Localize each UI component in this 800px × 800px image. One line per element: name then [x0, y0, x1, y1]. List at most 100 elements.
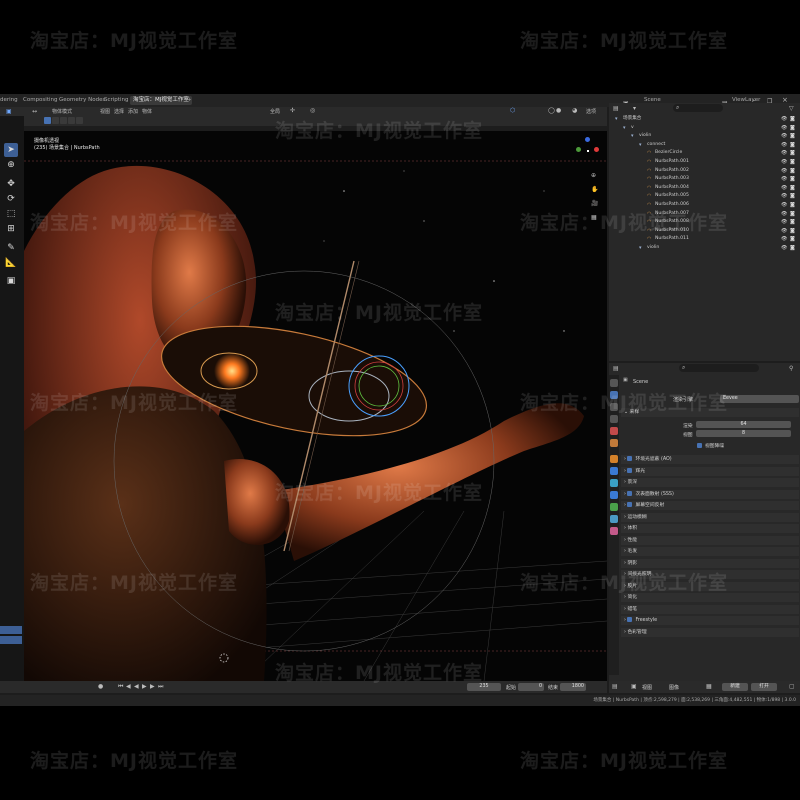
- render-section-panel[interactable]: › 间接光照明: [621, 570, 799, 579]
- viewport-samples-field[interactable]: 8: [696, 430, 791, 437]
- snap-icon[interactable]: ✢: [290, 107, 295, 114]
- pin-icon[interactable]: ▢: [789, 683, 795, 690]
- outliner-row[interactable]: ◠ NurbsPath.005 👁 ◙: [609, 192, 800, 201]
- gizmo-z-axis[interactable]: [585, 137, 590, 142]
- image-browse-icon[interactable]: ▦: [706, 683, 712, 690]
- outliner-row[interactable]: ▾ 场景集合 👁 ◙: [609, 115, 800, 124]
- move-tool-icon[interactable]: ✥: [4, 177, 18, 191]
- select-tool-icon[interactable]: ➤: [4, 143, 18, 157]
- play-icon[interactable]: ▶: [142, 683, 147, 690]
- filter-display-icon[interactable]: ▾: [633, 105, 636, 112]
- outliner-row[interactable]: ◠ NurbsPath.011 👁 ◙: [609, 235, 800, 244]
- rotate-tool-icon[interactable]: ⟳: [4, 192, 18, 206]
- options-dropdown[interactable]: 选项: [586, 108, 596, 115]
- render-visibility-icon[interactable]: ◙: [790, 175, 795, 184]
- outliner-row[interactable]: ◠ NurbsPath.004 👁 ◙: [609, 184, 800, 193]
- sidebar-toggle[interactable]: [0, 626, 22, 634]
- render-section-panel[interactable]: › 运动模糊: [621, 512, 799, 522]
- data-tab-icon[interactable]: [610, 515, 618, 523]
- jump-end-icon[interactable]: ⏭: [158, 683, 163, 691]
- view-layer-tab-icon[interactable]: [610, 415, 618, 423]
- tab-rendering[interactable]: dering: [0, 96, 18, 105]
- render-visibility-icon[interactable]: ◙: [790, 218, 795, 227]
- pan-hand-icon[interactable]: ✋: [591, 186, 598, 193]
- object-tab-icon[interactable]: [610, 455, 618, 463]
- select-mode-extend[interactable]: [52, 117, 59, 124]
- navigation-gizmo[interactable]: [574, 137, 602, 165]
- render-visibility-icon[interactable]: ◙: [790, 141, 795, 150]
- prev-key-icon[interactable]: ◀: [126, 683, 131, 690]
- tab-compositing[interactable]: Compositing: [23, 96, 57, 105]
- camera-view-icon[interactable]: 🎥: [591, 200, 598, 207]
- cursor-tool-icon[interactable]: ⊕: [4, 158, 18, 172]
- outliner-row[interactable]: ◠ NurbsPath.006 👁 ◙: [609, 201, 800, 210]
- render-visibility-icon[interactable]: ◙: [790, 192, 795, 201]
- select-mode-intersect[interactable]: [76, 117, 83, 124]
- current-frame-field[interactable]: 235: [467, 683, 501, 691]
- visibility-eye-icon[interactable]: 👁: [781, 124, 787, 133]
- render-visibility-icon[interactable]: ◙: [790, 167, 795, 176]
- constraint-tab-icon[interactable]: [610, 503, 618, 511]
- menu-select[interactable]: 选择: [114, 108, 124, 115]
- render-samples-field[interactable]: 64: [696, 421, 791, 428]
- viewport-denoise-checkbox[interactable]: 视图降噪: [697, 442, 724, 449]
- section-sampling[interactable]: ⌄ 采样: [621, 408, 799, 417]
- properties-editor-icon[interactable]: ▤: [613, 365, 619, 372]
- new-image-button[interactable]: 新建: [722, 683, 748, 691]
- outliner-row[interactable]: ◠ NurbsPath.003 👁 ◙: [609, 175, 800, 184]
- section-enable-checkbox[interactable]: [627, 617, 633, 622]
- render-visibility-icon[interactable]: ◙: [790, 149, 795, 158]
- object-mode-dropdown[interactable]: 物体模式: [52, 108, 72, 115]
- render-visibility-icon[interactable]: ◙: [790, 115, 795, 124]
- render-visibility-icon[interactable]: ◙: [790, 210, 795, 219]
- overlay-icon[interactable]: ⬡: [510, 107, 515, 114]
- render-section-panel[interactable]: › 屏幕空间反射: [621, 501, 799, 510]
- outliner-row[interactable]: ◠ NurbsPath.002 👁 ◙: [609, 167, 800, 176]
- outliner-row[interactable]: ◠ NurbsPath.001 👁 ◙: [609, 158, 800, 167]
- perspective-toggle-icon[interactable]: ▦: [591, 214, 597, 221]
- jump-start-icon[interactable]: ⏮: [118, 683, 123, 691]
- add-workspace-button[interactable]: +: [187, 96, 192, 105]
- world-tab-icon[interactable]: [610, 439, 618, 447]
- shading-rendered-icon[interactable]: ◕: [572, 107, 577, 114]
- gizmo-x-axis[interactable]: [594, 147, 599, 152]
- open-image-button[interactable]: 打开: [751, 683, 777, 691]
- physics-tab-icon[interactable]: [610, 491, 618, 499]
- 3d-viewport[interactable]: 摄像机透视 (235) 场景集合 | NurbsPath ⊕ ✋ 🎥 ▦: [24, 131, 607, 681]
- zoom-icon[interactable]: ⊕: [591, 172, 596, 179]
- render-section-panel[interactable]: › 简化: [621, 593, 799, 602]
- render-visibility-icon[interactable]: ◙: [790, 201, 795, 210]
- visibility-eye-icon[interactable]: 👁: [781, 132, 787, 141]
- scene-tab-icon[interactable]: [610, 427, 618, 435]
- render-section-panel[interactable]: › 色彩管理: [621, 627, 799, 637]
- end-frame-field[interactable]: 1800: [560, 683, 586, 691]
- select-mode-invert[interactable]: [68, 117, 75, 124]
- menu-view[interactable]: 视图: [642, 684, 652, 691]
- transform-tool-icon[interactable]: ⊞: [4, 222, 18, 236]
- proportional-edit-icon[interactable]: ◎: [310, 107, 315, 114]
- editor-type-icon[interactable]: ▣: [6, 108, 12, 115]
- start-frame-field[interactable]: 0: [518, 683, 544, 691]
- outliner-row[interactable]: ◠ NurbsPath.010 👁 ◙: [609, 227, 800, 236]
- render-section-panel[interactable]: › 辉光: [621, 466, 799, 476]
- render-engine-dropdown[interactable]: Eevee: [720, 395, 799, 403]
- material-tab-icon[interactable]: [610, 527, 618, 535]
- render-section-panel[interactable]: › 体积: [621, 524, 799, 533]
- visibility-eye-icon[interactable]: 👁: [781, 218, 787, 227]
- render-visibility-icon[interactable]: ◙: [790, 244, 795, 253]
- pivot-dropdown[interactable]: 全局: [270, 108, 280, 115]
- outliner-search-input[interactable]: ⌕: [673, 104, 723, 112]
- render-section-panel[interactable]: › 阴影: [621, 558, 799, 568]
- outliner-row[interactable]: ▾ connect 👁 ◙: [609, 141, 800, 150]
- outliner-editor-icon[interactable]: ▤: [613, 105, 619, 112]
- render-section-panel[interactable]: › Freestyle: [621, 616, 799, 625]
- visibility-eye-icon[interactable]: 👁: [781, 244, 787, 253]
- transform-icon[interactable]: ↔: [32, 108, 37, 115]
- shading-wireframe-icon[interactable]: ◯: [548, 107, 555, 114]
- visibility-eye-icon[interactable]: 👁: [781, 210, 787, 219]
- visibility-eye-icon[interactable]: 👁: [781, 184, 787, 193]
- select-box-mode[interactable]: [44, 117, 51, 124]
- editor-type-icon[interactable]: ▤: [612, 683, 618, 690]
- visibility-eye-icon[interactable]: 👁: [781, 175, 787, 184]
- visibility-eye-icon[interactable]: 👁: [781, 141, 787, 150]
